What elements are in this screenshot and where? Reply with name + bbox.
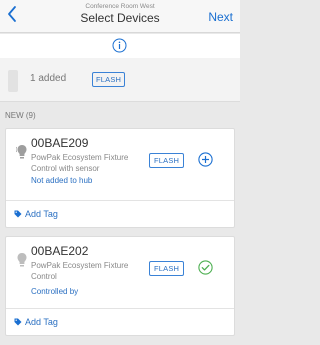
card-divider (6, 308, 234, 309)
add-tag-label: Add Tag (25, 209, 58, 219)
add-circle-icon[interactable] (198, 152, 213, 167)
add-tag-button[interactable]: Add Tag (14, 317, 58, 327)
check-circle-icon[interactable] (198, 260, 213, 275)
device-card[interactable]: 00BAE202 PowPak Ecosystem Fixture Contro… (5, 236, 235, 336)
device-description: PowPak Ecosystem Fixture Control (31, 261, 129, 281)
page-title: Select Devices (80, 11, 160, 25)
header-bar: Conference Room West Select Devices Next (0, 0, 240, 33)
tag-icon (14, 318, 22, 326)
tag-icon (14, 210, 22, 218)
device-id: 00BAE202 (31, 244, 89, 258)
add-tag-button[interactable]: Add Tag (14, 209, 58, 219)
device-description: PowPak Ecosystem Fixture Control with se… (31, 153, 129, 173)
next-button[interactable]: Next (208, 10, 233, 24)
section-label-new: NEW (9) (5, 111, 36, 120)
device-card-body[interactable]: 00BAE202 PowPak Ecosystem Fixture Contro… (6, 237, 234, 308)
device-thumbnail-icon (8, 70, 18, 92)
info-row (0, 34, 240, 58)
card-divider (6, 200, 234, 201)
added-count-text: 1 added (30, 73, 67, 84)
info-icon[interactable] (112, 38, 127, 53)
device-card-body[interactable]: 00BAE209 PowPak Ecosystem Fixture Contro… (6, 129, 234, 200)
sensor-bulb-icon (16, 145, 27, 159)
device-card[interactable]: 00BAE209 PowPak Ecosystem Fixture Contro… (5, 128, 235, 228)
add-tag-label: Add Tag (25, 317, 58, 327)
bulb-icon (17, 253, 27, 267)
device-status-link[interactable]: Controlled by (31, 287, 78, 296)
flash-button[interactable]: FLASH (149, 261, 185, 276)
device-status-link[interactable]: Not added to hub (31, 176, 92, 185)
flash-badge: FLASH (92, 72, 126, 87)
flash-button[interactable]: FLASH (149, 153, 185, 168)
room-subtitle: Conference Room West (85, 3, 155, 10)
added-devices-row[interactable]: 1 added FLASH (0, 58, 240, 102)
device-id: 00BAE209 (31, 136, 89, 150)
